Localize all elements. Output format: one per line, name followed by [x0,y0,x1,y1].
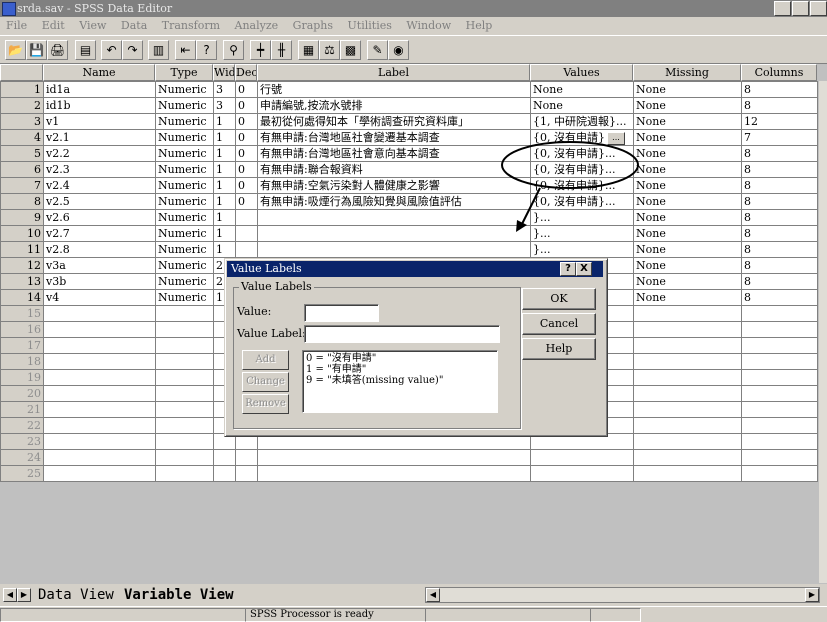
annotation-arrowhead [516,220,527,232]
annotation-arrow-line [521,187,541,225]
group-label: Value Labels [239,280,314,293]
dialog-close-icon[interactable]: X [576,262,592,276]
list-item[interactable]: 1 = "有申請" [306,364,494,375]
value-field-label: Value: [237,305,272,318]
dialog-help-icon[interactable]: ? [560,262,576,276]
cancel-button[interactable]: Cancel [522,313,596,335]
change-button[interactable]: Change [242,372,289,392]
add-button[interactable]: Add [242,350,289,370]
list-item[interactable]: 0 = "沒有申請" [306,353,494,364]
value-input[interactable] [304,304,379,322]
value-labels-dialog: Value Labels ? X Value Labels Value: Val… [224,258,608,437]
ok-button[interactable]: OK [522,288,596,310]
dialog-title-bar: Value Labels ? X [227,261,603,277]
dialog-title: Value Labels [231,262,302,275]
value-label-field-label: Value Label: [237,327,306,340]
remove-button[interactable]: Remove [242,394,289,414]
list-item[interactable]: 9 = "未填答(missing value)" [306,375,494,386]
help-button[interactable]: Help [522,338,596,360]
value-label-input[interactable] [304,325,500,343]
annotation-circle [501,141,639,189]
value-labels-list[interactable]: 0 = "沒有申請" 1 = "有申請" 9 = "未填答(missing va… [302,350,498,413]
